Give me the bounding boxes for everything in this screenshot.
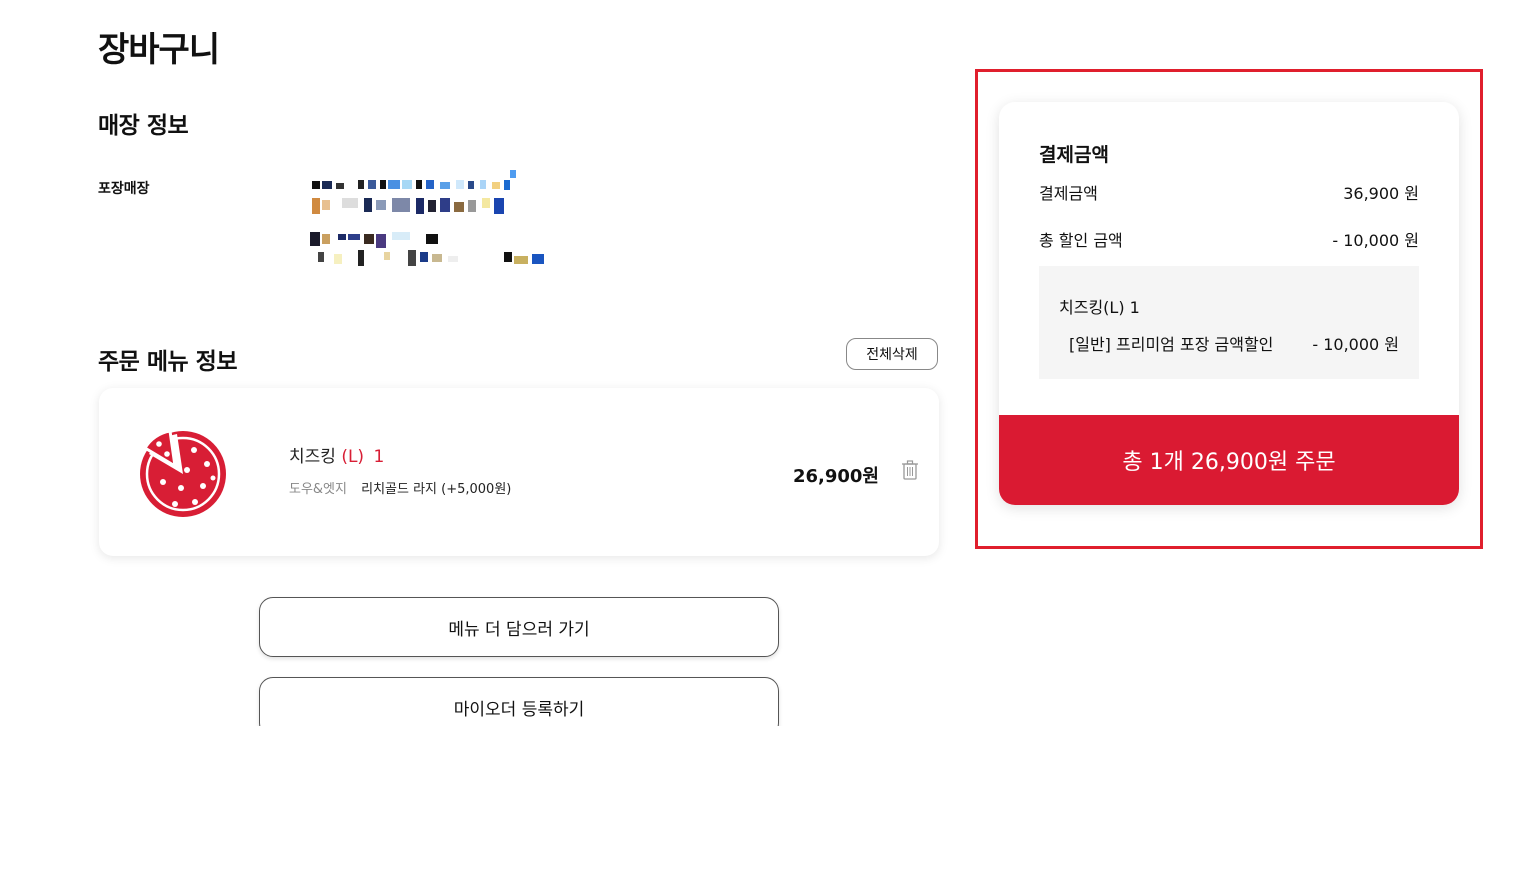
page-title: 장바구니 (98, 30, 220, 70)
store-address-redacted (308, 168, 548, 268)
item-option-key: 도우&엣지 (289, 482, 347, 497)
clear-all-button[interactable]: 전체삭제 (846, 338, 938, 370)
item-size: (L) (341, 447, 365, 467)
item-quantity: 1 (373, 447, 385, 467)
viewport-clip (240, 726, 820, 766)
item-price: 26,900원 (792, 466, 879, 487)
item-name-line: 치즈킹 (L) 1 (289, 442, 384, 467)
trash-icon[interactable] (901, 460, 919, 480)
cart-item-card: 치즈킹 (L) 1 도우&엣지 리치골드 라지 (+5,000원) 26,900… (99, 388, 939, 556)
highlight-box (975, 69, 1483, 549)
pizza-icon (140, 429, 226, 517)
item-option-value: 리치골드 라지 (+5,000원) (361, 482, 512, 497)
order-section-title: 주문 메뉴 정보 (98, 349, 237, 375)
item-options: 도우&엣지 리치골드 라지 (+5,000원) (289, 478, 511, 497)
add-more-menu-button[interactable]: 메뉴 더 담으러 가기 (259, 597, 779, 657)
store-type-label: 포장매장 (98, 181, 150, 197)
store-section-title: 매장 정보 (98, 113, 189, 139)
item-name: 치즈킹 (289, 447, 336, 467)
